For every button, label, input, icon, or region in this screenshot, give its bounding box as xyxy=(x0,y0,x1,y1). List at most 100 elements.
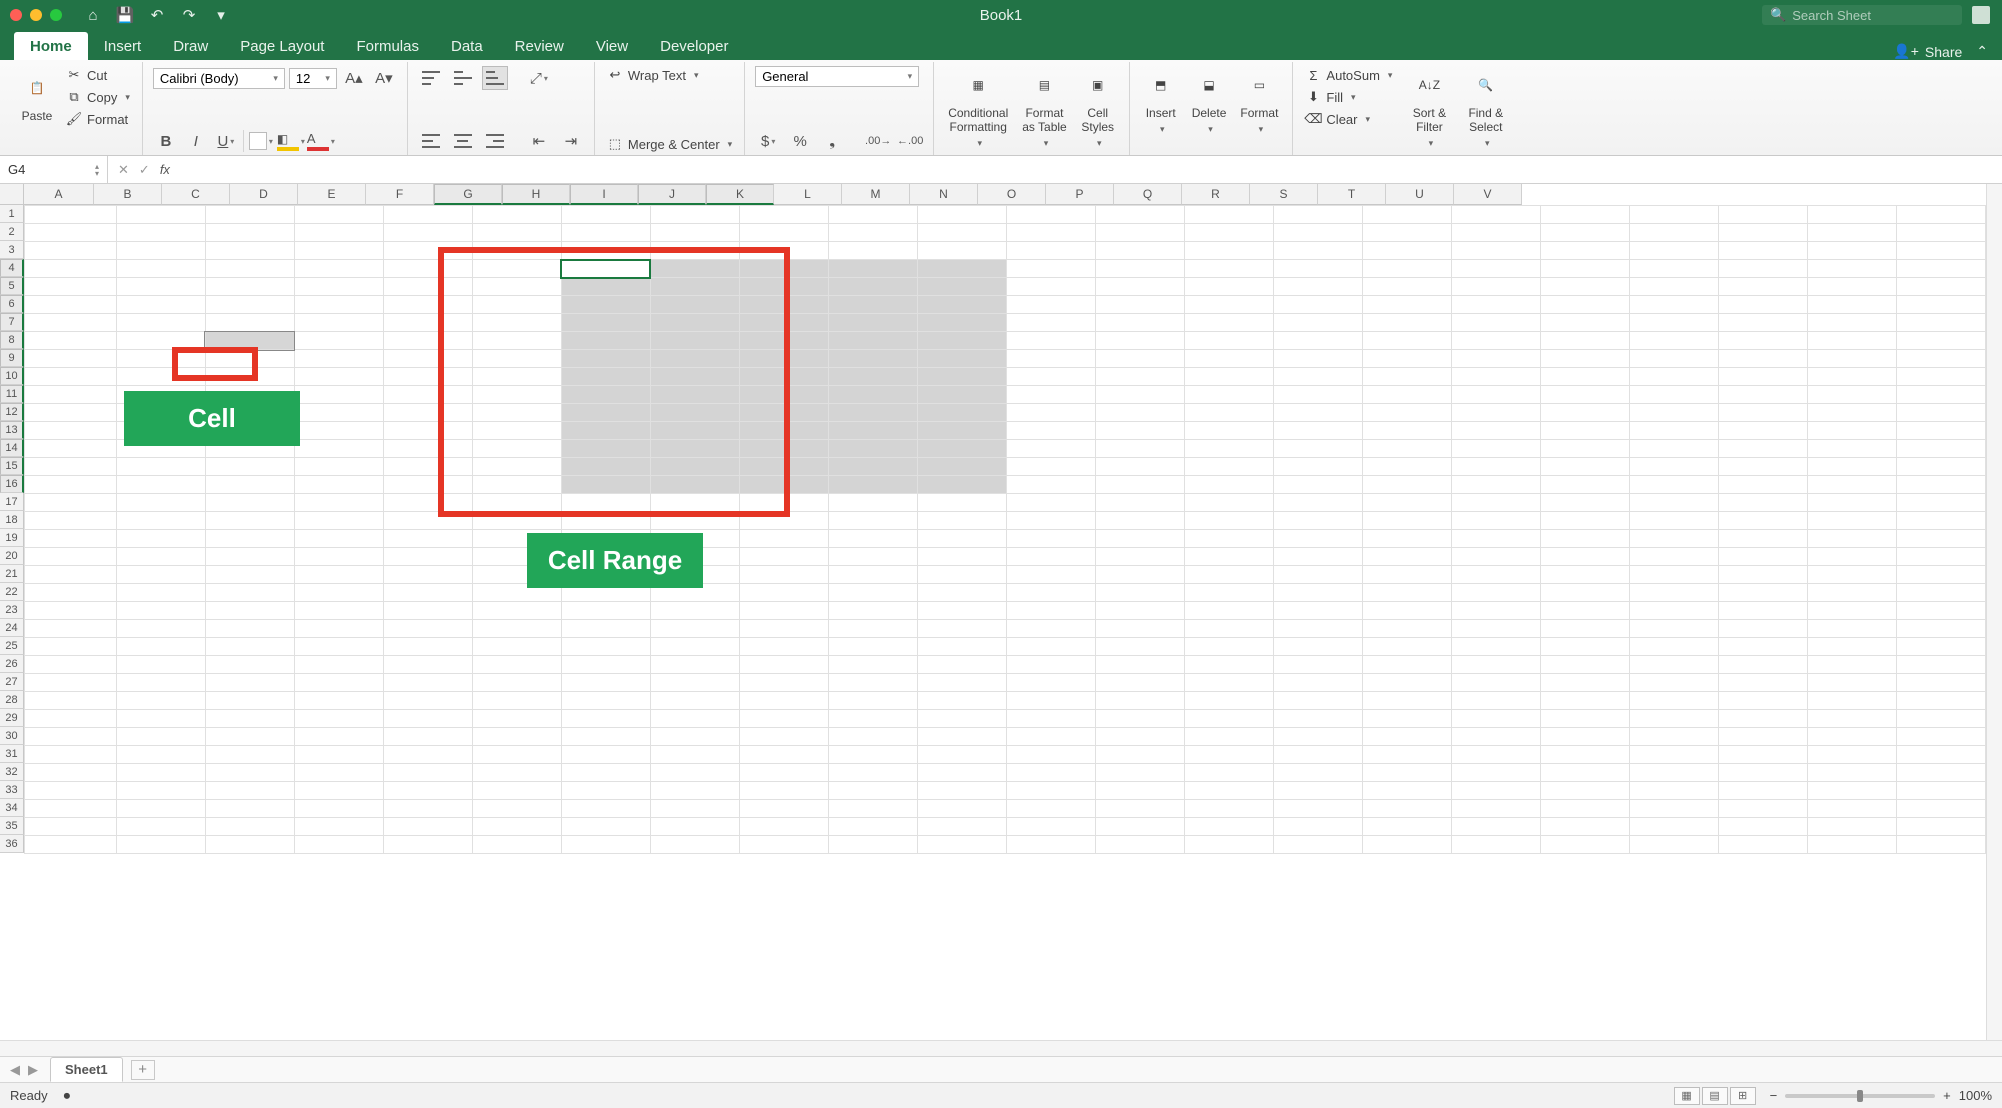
format-painter-button[interactable]: 🖌Format xyxy=(64,110,132,128)
col-header-R[interactable]: R xyxy=(1182,184,1250,205)
cell-C25[interactable] xyxy=(205,638,294,656)
cell-I5[interactable] xyxy=(739,278,828,296)
cell-A7[interactable] xyxy=(25,314,117,332)
cell-H26[interactable] xyxy=(650,656,739,674)
cell-D32[interactable] xyxy=(294,764,383,782)
cell-E25[interactable] xyxy=(383,638,472,656)
row-header-29[interactable]: 29 xyxy=(0,709,24,727)
cell-B18[interactable] xyxy=(116,512,205,530)
cell-Q14[interactable] xyxy=(1451,440,1540,458)
cell-T9[interactable] xyxy=(1718,350,1807,368)
cell-U32[interactable] xyxy=(1807,764,1896,782)
cell-E34[interactable] xyxy=(383,800,472,818)
cell-H11[interactable] xyxy=(650,386,739,404)
decrease-font-icon[interactable]: A▾ xyxy=(371,66,397,90)
cell-O24[interactable] xyxy=(1273,620,1362,638)
cell-R17[interactable] xyxy=(1540,494,1629,512)
cell-R14[interactable] xyxy=(1540,440,1629,458)
cell-V27[interactable] xyxy=(1896,674,1985,692)
cell-E2[interactable] xyxy=(383,224,472,242)
cell-O14[interactable] xyxy=(1273,440,1362,458)
percent-format-icon[interactable]: % xyxy=(787,129,813,153)
cell-V31[interactable] xyxy=(1896,746,1985,764)
cell-K7[interactable] xyxy=(917,314,1006,332)
cell-S17[interactable] xyxy=(1629,494,1718,512)
cell-A3[interactable] xyxy=(25,242,117,260)
col-header-H[interactable]: H xyxy=(502,184,570,205)
cell-D9[interactable] xyxy=(294,350,383,368)
format-cells-button[interactable]: ▭Format xyxy=(1236,66,1282,137)
cell-A16[interactable] xyxy=(25,476,117,494)
cell-L33[interactable] xyxy=(1006,782,1095,800)
cell-R8[interactable] xyxy=(1540,332,1629,350)
cell-L8[interactable] xyxy=(1006,332,1095,350)
cell-E14[interactable] xyxy=(383,440,472,458)
cell-S30[interactable] xyxy=(1629,728,1718,746)
cell-S35[interactable] xyxy=(1629,818,1718,836)
cell-U29[interactable] xyxy=(1807,710,1896,728)
cell-N36[interactable] xyxy=(1184,836,1273,854)
cell-O12[interactable] xyxy=(1273,404,1362,422)
cell-F6[interactable] xyxy=(472,296,561,314)
cell-V29[interactable] xyxy=(1896,710,1985,728)
insert-cells-button[interactable]: ⬒Insert xyxy=(1140,66,1182,137)
cell-N15[interactable] xyxy=(1184,458,1273,476)
cell-I28[interactable] xyxy=(739,692,828,710)
cell-U18[interactable] xyxy=(1807,512,1896,530)
cell-C30[interactable] xyxy=(205,728,294,746)
cell-B21[interactable] xyxy=(116,566,205,584)
cell-N32[interactable] xyxy=(1184,764,1273,782)
cell-F34[interactable] xyxy=(472,800,561,818)
cell-A29[interactable] xyxy=(25,710,117,728)
cell-I1[interactable] xyxy=(739,206,828,224)
conditional-formatting-button[interactable]: ▦Conditional Formatting xyxy=(944,66,1012,151)
cell-B28[interactable] xyxy=(116,692,205,710)
cell-T16[interactable] xyxy=(1718,476,1807,494)
cell-Q3[interactable] xyxy=(1451,242,1540,260)
cell-B31[interactable] xyxy=(116,746,205,764)
cell-M24[interactable] xyxy=(1095,620,1184,638)
cell-F9[interactable] xyxy=(472,350,561,368)
cell-O4[interactable] xyxy=(1273,260,1362,278)
cell-E6[interactable] xyxy=(383,296,472,314)
cell-T21[interactable] xyxy=(1718,566,1807,584)
cell-V10[interactable] xyxy=(1896,368,1985,386)
cell-L22[interactable] xyxy=(1006,584,1095,602)
cell-S27[interactable] xyxy=(1629,674,1718,692)
cell-O6[interactable] xyxy=(1273,296,1362,314)
wrap-text-button[interactable]: ↩Wrap Text xyxy=(605,66,734,84)
cell-L20[interactable] xyxy=(1006,548,1095,566)
cell-U21[interactable] xyxy=(1807,566,1896,584)
cell-S12[interactable] xyxy=(1629,404,1718,422)
cell-Q30[interactable] xyxy=(1451,728,1540,746)
cell-T22[interactable] xyxy=(1718,584,1807,602)
cell-M14[interactable] xyxy=(1095,440,1184,458)
cell-I32[interactable] xyxy=(739,764,828,782)
bold-button[interactable]: B xyxy=(153,129,179,153)
cell-R33[interactable] xyxy=(1540,782,1629,800)
cell-D23[interactable] xyxy=(294,602,383,620)
merge-center-button[interactable]: ⬚Merge & Center xyxy=(605,135,734,153)
tab-formulas[interactable]: Formulas xyxy=(340,32,435,60)
cell-O1[interactable] xyxy=(1273,206,1362,224)
cell-M10[interactable] xyxy=(1095,368,1184,386)
cell-Q32[interactable] xyxy=(1451,764,1540,782)
cut-button[interactable]: ✂Cut xyxy=(64,66,132,84)
cell-J31[interactable] xyxy=(828,746,917,764)
cell-A8[interactable] xyxy=(25,332,117,350)
cell-G29[interactable] xyxy=(561,710,650,728)
cell-Q6[interactable] xyxy=(1451,296,1540,314)
cell-I19[interactable] xyxy=(739,530,828,548)
cell-A28[interactable] xyxy=(25,692,117,710)
vertical-scrollbar[interactable] xyxy=(1986,184,2002,1040)
align-bottom-icon[interactable] xyxy=(482,66,508,90)
cell-N11[interactable] xyxy=(1184,386,1273,404)
cell-F30[interactable] xyxy=(472,728,561,746)
cell-G3[interactable] xyxy=(561,242,650,260)
tab-review[interactable]: Review xyxy=(499,32,580,60)
cell-P15[interactable] xyxy=(1362,458,1451,476)
cell-N16[interactable] xyxy=(1184,476,1273,494)
cell-A25[interactable] xyxy=(25,638,117,656)
row-header-14[interactable]: 14 xyxy=(0,439,24,457)
col-header-Q[interactable]: Q xyxy=(1114,184,1182,205)
